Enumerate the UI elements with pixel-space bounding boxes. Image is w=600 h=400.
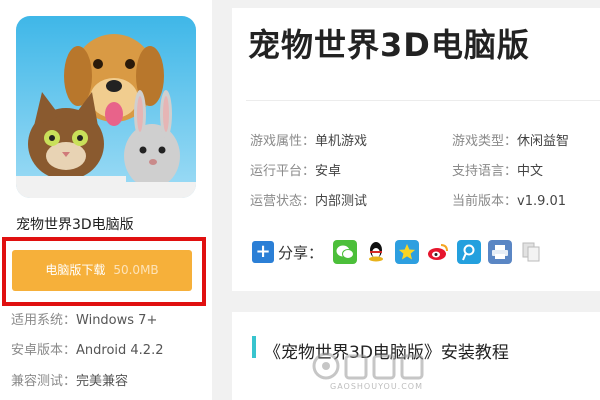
info-type: 游戏类型：休闲益智 xyxy=(452,130,569,149)
share-bar: + 分享： xyxy=(252,238,550,266)
meta-os-value: Windows 7+ xyxy=(76,313,158,328)
info-platform: 运行平台：安卓 xyxy=(250,160,341,179)
print-icon[interactable] xyxy=(488,240,513,264)
tutorial-accent-bar xyxy=(252,336,256,358)
app-card: 宠物世界3D电脑版 电脑版下载 50.0MB 适用系统：Windows 7+ 安卓… xyxy=(0,0,212,400)
meta-os: 适用系统：Windows 7+ xyxy=(11,309,157,328)
meta-compat-value: 完美兼容 xyxy=(76,374,129,389)
info-attribute-value: 单机游戏 xyxy=(315,134,368,149)
gaoshouyou-logo-icon xyxy=(312,352,424,380)
info-status: 运营状态：内部测试 xyxy=(250,190,367,209)
weibo-icon[interactable] xyxy=(426,240,451,264)
app-icon[interactable] xyxy=(16,16,196,198)
tencent-weibo-icon[interactable] xyxy=(457,240,482,264)
info-type-value: 休闲益智 xyxy=(517,134,570,149)
pc-download-button[interactable]: 电脑版下载 50.0MB xyxy=(12,250,192,291)
pets-illustration xyxy=(16,16,196,198)
download-label: 电脑版下载 xyxy=(45,263,106,277)
share-plus-icon[interactable]: + xyxy=(252,241,274,263)
info-language-value: 中文 xyxy=(517,164,544,179)
meta-os-key: 适用系统： xyxy=(11,313,77,328)
qq-icon[interactable] xyxy=(364,240,389,264)
info-version-key: 当前版本： xyxy=(452,194,518,209)
gaoshouyou-watermark: GAOSHOUYOU.COM xyxy=(312,352,440,396)
meta-compat: 兼容测试：完美兼容 xyxy=(11,370,128,389)
qzone-icon[interactable] xyxy=(395,240,420,264)
meta-compat-key: 兼容测试： xyxy=(11,374,77,389)
info-platform-value: 安卓 xyxy=(315,164,342,179)
meta-android-value: Android 4.2.2 xyxy=(76,343,164,358)
wechat-icon[interactable] xyxy=(333,240,358,264)
divider xyxy=(246,100,600,101)
copy-icon[interactable] xyxy=(519,240,544,264)
share-label: 分享： xyxy=(278,243,324,262)
info-attribute: 游戏属性：单机游戏 xyxy=(250,130,367,149)
info-version-value: v1.9.01 xyxy=(517,194,567,209)
meta-android: 安卓版本：Android 4.2.2 xyxy=(11,339,164,358)
info-language: 支持语言：中文 xyxy=(452,160,543,179)
info-type-key: 游戏类型： xyxy=(452,134,518,149)
info-version: 当前版本：v1.9.01 xyxy=(452,190,566,209)
info-platform-key: 运行平台： xyxy=(250,164,316,179)
info-status-value: 内部测试 xyxy=(315,194,368,209)
app-name: 宠物世界3D电脑版 xyxy=(16,217,134,233)
info-status-key: 运营状态： xyxy=(250,194,316,209)
download-size: 50.0MB xyxy=(113,263,159,277)
meta-android-key: 安卓版本： xyxy=(11,343,77,358)
watermark-url: GAOSHOUYOU.COM xyxy=(330,382,424,391)
info-attribute-key: 游戏属性： xyxy=(250,134,316,149)
info-language-key: 支持语言： xyxy=(452,164,518,179)
page-title: 宠物世界3D电脑版 xyxy=(248,26,530,64)
